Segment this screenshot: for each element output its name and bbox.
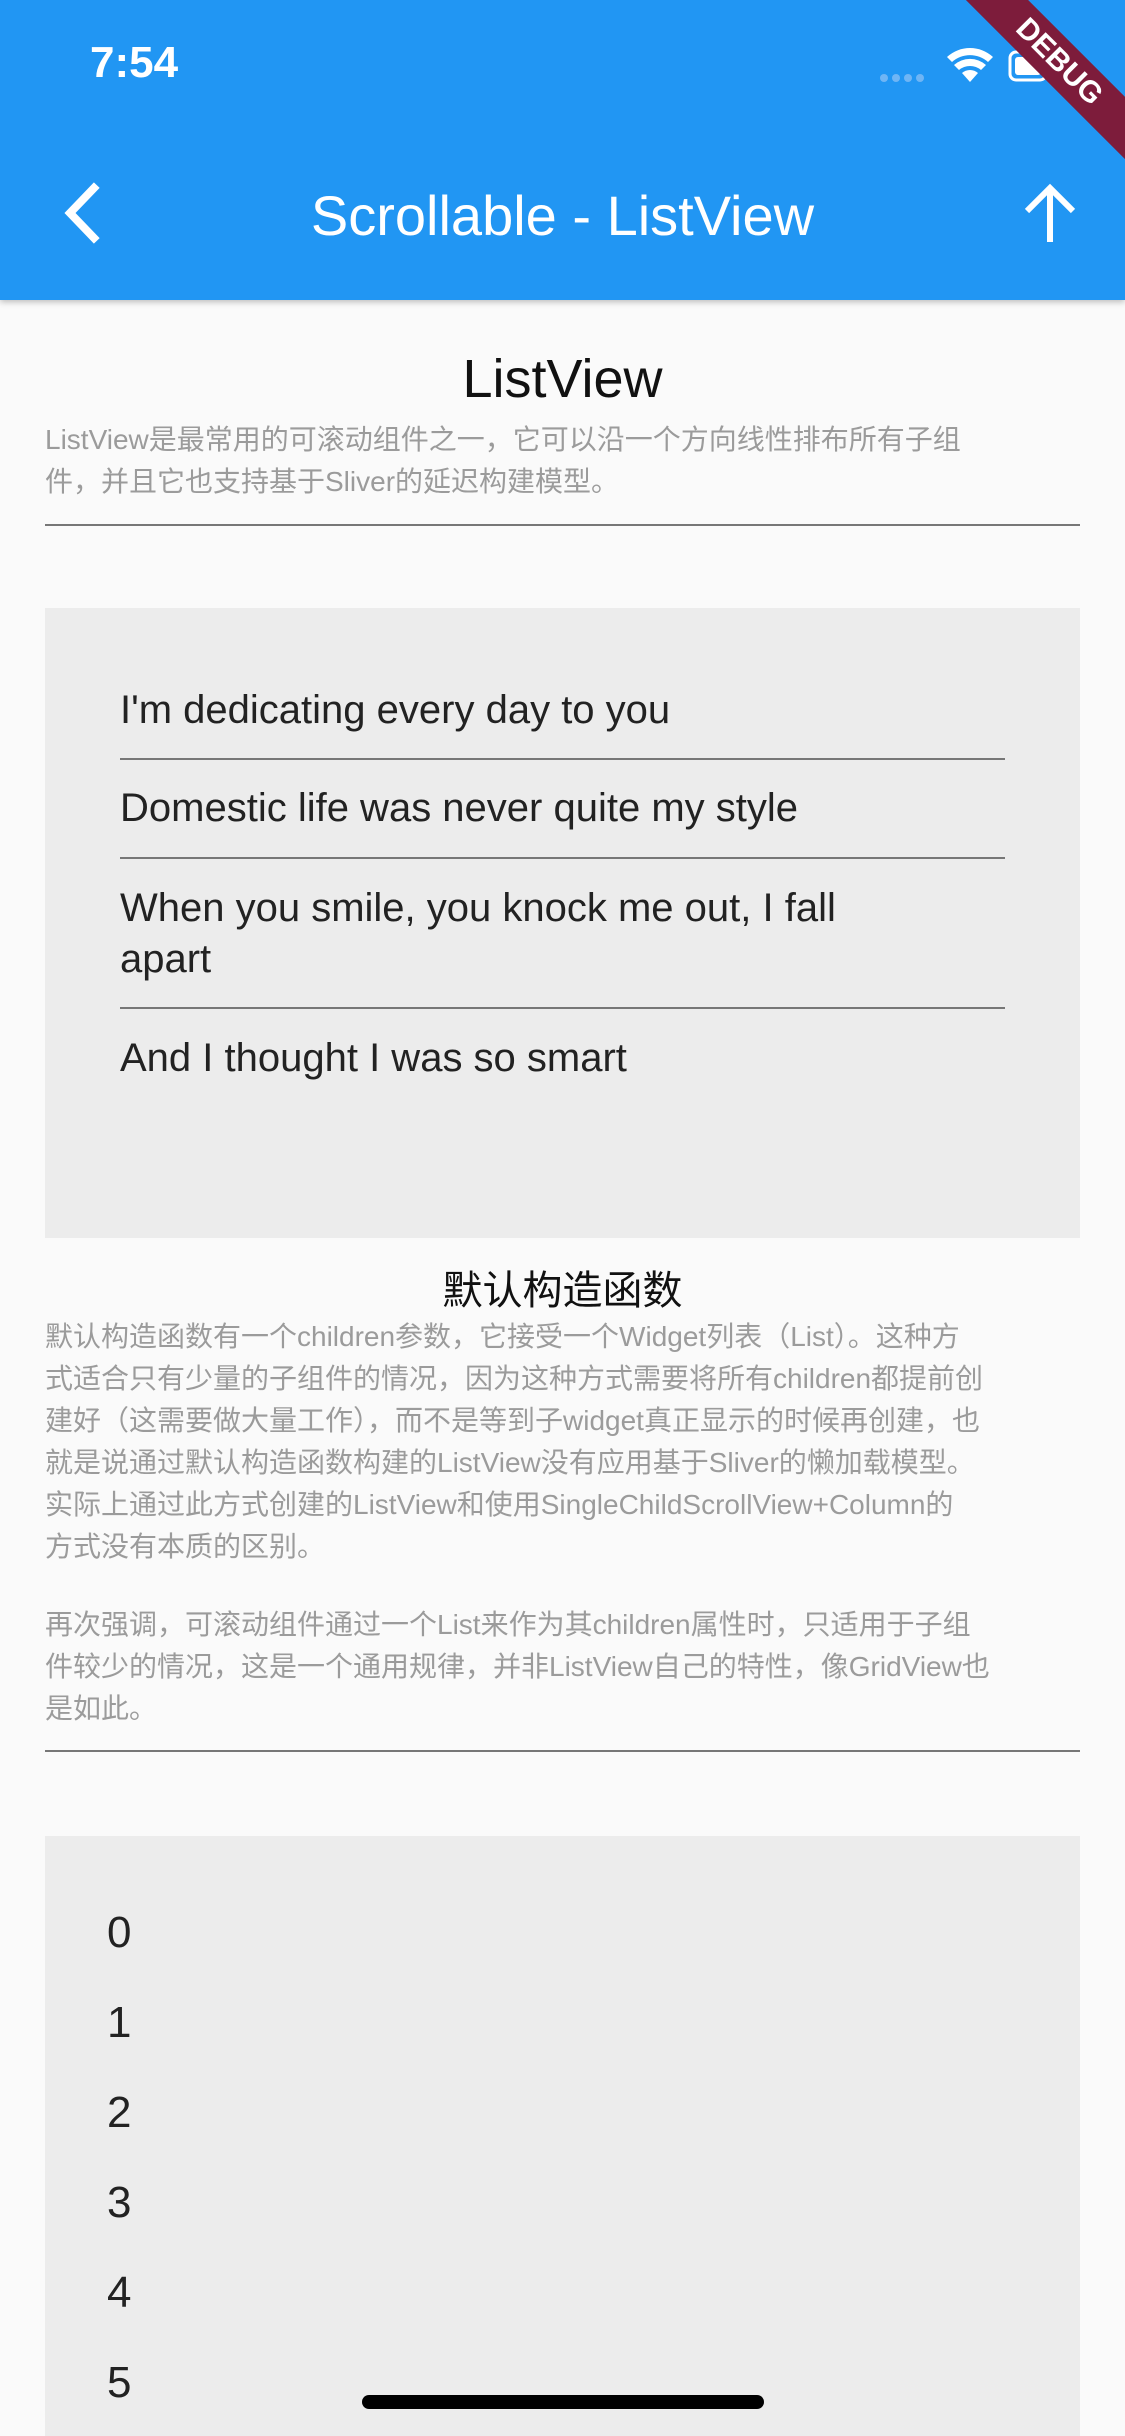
intro-description-line: ListView是最常用的可滚动组件之一，它可以沿一个方向线性排布所有子组 — [45, 424, 961, 455]
number-item[interactable]: 4 — [107, 2268, 131, 2318]
number-item[interactable]: 1 — [107, 1998, 131, 2048]
scroll-to-top-button[interactable] — [1015, 178, 1085, 248]
number-item[interactable]: 0 — [107, 1908, 131, 1958]
list-item[interactable]: I'm dedicating every day to you — [120, 684, 1005, 736]
number-item[interactable]: 2 — [107, 2088, 131, 2138]
number-item[interactable]: 3 — [107, 2178, 131, 2228]
chevron-left-icon — [64, 182, 100, 244]
paragraph-line: 再次强调，可滚动组件通过一个List来作为其children属性时，只适用于子组 — [45, 1609, 971, 1640]
section-divider — [45, 524, 1080, 526]
number-item[interactable]: 5 — [107, 2358, 131, 2408]
list-item[interactable]: Domestic life was never quite my style — [120, 782, 1005, 834]
paragraph-line: 建好（这需要做大量工作），而不是等到子widget真正显示的时候再创建，也 — [45, 1405, 980, 1436]
list-divider — [120, 1007, 1005, 1009]
paragraph-line: 就是说通过默认构造函数构建的ListView没有应用基于Sliver的懒加载模型… — [45, 1447, 975, 1478]
back-button[interactable] — [50, 178, 120, 248]
page-title: Scrollable - ListView — [310, 184, 815, 247]
section-divider — [45, 1750, 1080, 1752]
paragraph-line: 是如此。 — [45, 1693, 158, 1724]
list-item[interactable]: And I thought I was so smart — [120, 1032, 1005, 1084]
app-bar: 7:54 DEBUG Scrollable - ListView — [0, 0, 1125, 300]
listview-heading: ListView — [462, 349, 663, 409]
arrow-up-icon — [1024, 183, 1076, 242]
paragraph-line: 方式没有本质的区别。 — [45, 1531, 326, 1562]
default-constructor-heading: 默认构造函数 — [442, 1269, 683, 1313]
signal-icon — [880, 74, 924, 82]
wifi-icon — [947, 48, 993, 82]
list-item-continued: apart — [120, 937, 212, 981]
list-divider — [120, 758, 1005, 760]
status-time: 7:54 — [90, 38, 179, 87]
paragraph-line: 默认构造函数有一个children参数，它接受一个Widget列表（List）。… — [45, 1321, 960, 1352]
intro-description-line: 件，并且它也支持基于Sliver的延迟构建模型。 — [45, 466, 620, 497]
list-divider — [120, 857, 1005, 859]
home-indicator[interactable] — [362, 2395, 764, 2409]
listview-demo-card[interactable]: I'm dedicating every day to you Domestic… — [45, 608, 1080, 1238]
numbers-listview-card[interactable]: 0 1 2 3 4 5 — [45, 1836, 1080, 2436]
list-item[interactable]: When you smile, you knock me out, I fall — [120, 882, 1005, 934]
paragraph-line: 实际上通过此方式创建的ListView和使用SingleChildScrollV… — [45, 1489, 954, 1520]
paragraph-line: 件较少的情况，这是一个通用规律，并非ListView自己的特性，像GridVie… — [45, 1651, 990, 1682]
paragraph-line: 式适合只有少量的子组件的情况，因为这种方式需要将所有children都提前创 — [45, 1363, 984, 1394]
